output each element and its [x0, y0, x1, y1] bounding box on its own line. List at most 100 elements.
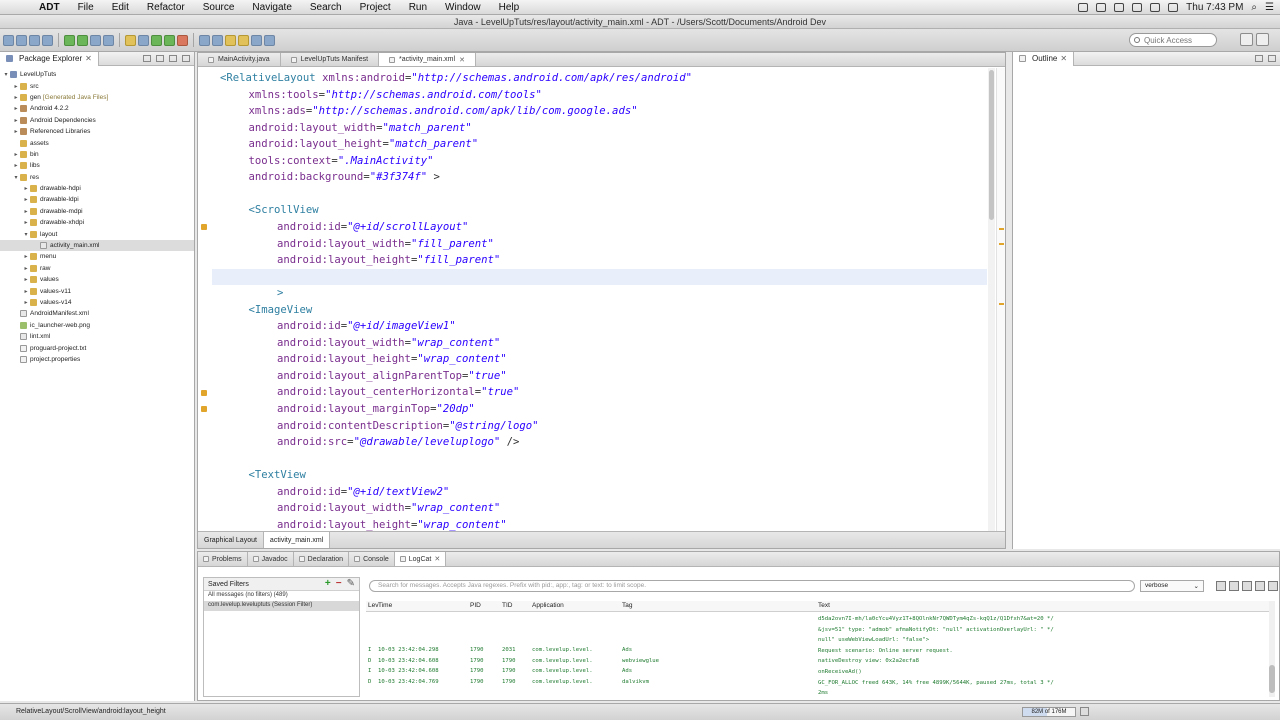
collapse-all-icon[interactable]: [143, 55, 151, 62]
chevron-right-icon[interactable]: ▸: [12, 151, 20, 158]
search-icon[interactable]: [212, 34, 223, 46]
chevron-right-icon[interactable]: ▸: [22, 185, 30, 192]
tab-outline[interactable]: Outline ✕: [1013, 51, 1075, 66]
menu-refactor[interactable]: Refactor: [138, 2, 194, 13]
chevron-right-icon[interactable]: ▸: [22, 265, 30, 272]
tree-item[interactable]: proguard-project.txt: [0, 342, 194, 353]
volume-icon[interactable]: [1150, 3, 1161, 12]
new-package-icon[interactable]: [125, 34, 136, 46]
tree-item[interactable]: ▾ LevelUpTuts: [0, 69, 194, 80]
warning-icon[interactable]: [201, 390, 207, 396]
menu-source[interactable]: Source: [194, 2, 244, 13]
menu-navigate[interactable]: Navigate: [243, 2, 300, 13]
warning-marker[interactable]: [999, 243, 1004, 245]
menu-project[interactable]: Project: [351, 2, 400, 13]
menu-file[interactable]: File: [69, 2, 103, 13]
android-sdk-manager-icon[interactable]: [64, 34, 75, 46]
tree-item[interactable]: ▸ menu: [0, 251, 194, 262]
tree-item[interactable]: ▸ src: [0, 80, 194, 91]
forward-icon[interactable]: [264, 34, 275, 46]
wifi-icon[interactable]: [1132, 3, 1143, 12]
save-icon[interactable]: [16, 34, 27, 46]
filter-item[interactable]: All messages (no filters) (489): [204, 591, 359, 601]
chevron-down-icon[interactable]: ▾: [2, 71, 10, 78]
column-header-tid[interactable]: TID: [502, 602, 512, 609]
dropbox-icon[interactable]: [1078, 3, 1089, 12]
menu-search[interactable]: Search: [301, 2, 351, 13]
tree-item[interactable]: ▸ Android Dependencies: [0, 115, 194, 126]
close-icon[interactable]: ✕: [434, 555, 440, 563]
minimize-icon[interactable]: [1255, 55, 1263, 62]
tree-item[interactable]: lint.xml: [0, 331, 194, 342]
tree-item[interactable]: ic_launcher-web.png: [0, 320, 194, 331]
tab-leveluptuts-manifest[interactable]: LevelUpTuts Manifest: [281, 53, 380, 66]
chevron-down-icon[interactable]: ▾: [12, 174, 20, 181]
notification-center-icon[interactable]: ☰: [1265, 2, 1274, 13]
maximize-icon[interactable]: [182, 55, 190, 62]
chevron-right-icon[interactable]: ▸: [22, 219, 30, 226]
java-perspective-icon[interactable]: [1256, 33, 1269, 46]
chevron-right-icon[interactable]: ▸: [22, 299, 30, 306]
chevron-right-icon[interactable]: ▸: [12, 105, 20, 112]
menu-adt[interactable]: ADT: [30, 2, 69, 13]
tree-item[interactable]: ▸ drawable-mdpi: [0, 206, 194, 217]
warning-icon[interactable]: [201, 224, 207, 230]
chevron-right-icon[interactable]: ▸: [12, 94, 20, 101]
clock[interactable]: Thu 7:43 PM: [1186, 2, 1243, 13]
view-menu-icon[interactable]: [1268, 581, 1278, 591]
tree-item[interactable]: ▾ layout: [0, 228, 194, 239]
tree-item[interactable]: ▸ Referenced Libraries: [0, 126, 194, 137]
previous-annotation-icon[interactable]: [238, 34, 249, 46]
close-icon[interactable]: ✕: [85, 52, 92, 66]
tree-item[interactable]: ▾ res: [0, 172, 194, 183]
next-annotation-icon[interactable]: [225, 34, 236, 46]
warning-marker[interactable]: [999, 303, 1004, 305]
link-with-editor-icon[interactable]: [156, 55, 164, 62]
tree-item[interactable]: activity_main.xml: [0, 239, 194, 252]
bluetooth-icon[interactable]: [1114, 3, 1125, 12]
code-area[interactable]: <RelativeLayout xmlns:android="http://sc…: [198, 68, 1005, 532]
tree-item[interactable]: ▸ values-v14: [0, 297, 194, 308]
menu-window[interactable]: Window: [436, 2, 490, 13]
tree-item[interactable]: ▸ raw: [0, 263, 194, 274]
tab-package-explorer[interactable]: Package Explorer ✕: [0, 51, 99, 66]
column-header-time[interactable]: Time: [378, 602, 392, 609]
scroll-lock-icon[interactable]: [1255, 581, 1265, 591]
chevron-down-icon[interactable]: ▾: [22, 231, 30, 238]
tree-item[interactable]: ▸ bin: [0, 149, 194, 160]
chevron-right-icon[interactable]: ▸: [12, 128, 20, 135]
column-header-text[interactable]: Text: [818, 602, 830, 609]
tree-item[interactable]: ▸ values: [0, 274, 194, 285]
quick-access-input[interactable]: Quick Access: [1129, 33, 1217, 47]
tree-item[interactable]: ▸ drawable-ldpi: [0, 194, 194, 205]
tab-mainactivity-java[interactable]: MainActivity.java: [198, 53, 281, 66]
column-header-pid[interactable]: PID: [470, 602, 481, 609]
log-level-select[interactable]: verbose ⌄: [1140, 580, 1204, 592]
save-log-icon[interactable]: [1216, 581, 1226, 591]
menu-edit[interactable]: Edit: [103, 2, 138, 13]
warning-icon[interactable]: [201, 406, 207, 412]
menu-run[interactable]: Run: [400, 2, 436, 13]
battery-icon[interactable]: [1168, 3, 1179, 12]
edit-filter-icon[interactable]: ✎: [347, 579, 355, 589]
save-all-icon[interactable]: [29, 34, 40, 46]
column-header-application[interactable]: Application: [532, 602, 564, 609]
open-perspective-icon[interactable]: [1240, 33, 1253, 46]
tree-item[interactable]: ▸ libs: [0, 160, 194, 171]
clear-log-icon[interactable]: [1229, 581, 1239, 591]
tab-declaration[interactable]: Declaration: [294, 552, 350, 566]
close-icon[interactable]: ✕: [459, 56, 465, 64]
warning-marker[interactable]: [999, 228, 1004, 230]
tree-item[interactable]: ▸ gen [Generated Java Files]: [0, 92, 194, 103]
tree-item[interactable]: assets: [0, 137, 194, 148]
chevron-right-icon[interactable]: ▸: [12, 117, 20, 124]
debug-icon[interactable]: [151, 34, 162, 46]
filter-item[interactable]: com.levelup.leveluptuts (Session Filter): [204, 601, 359, 611]
tab-javadoc[interactable]: Javadoc: [248, 552, 294, 566]
chevron-right-icon[interactable]: ▸: [22, 196, 30, 203]
tab-activity-main-xml[interactable]: activity_main.xml: [263, 532, 331, 548]
heap-status[interactable]: 82M of 176M: [1022, 707, 1076, 717]
new-android-project-icon[interactable]: [103, 34, 114, 46]
maximize-icon[interactable]: [1268, 55, 1276, 62]
garbage-collect-icon[interactable]: [1080, 707, 1089, 716]
